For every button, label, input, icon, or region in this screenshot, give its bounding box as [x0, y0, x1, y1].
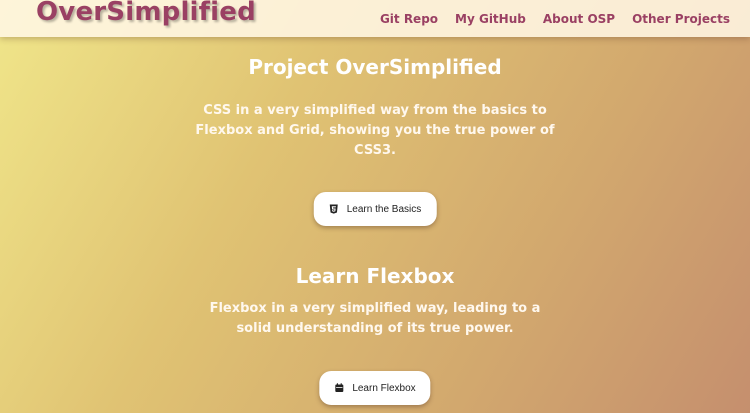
- nav-link-about-osp[interactable]: About OSP: [543, 12, 615, 26]
- nav-link-my-github[interactable]: My GitHub: [455, 12, 526, 26]
- section-flexbox: Learn Flexbox Flexbox in a very simplifi…: [0, 264, 750, 413]
- learn-flexbox-label: Learn Flexbox: [352, 382, 416, 394]
- site-header: OverSimplified Git Repo My GitHub About …: [0, 0, 750, 37]
- section-title-basics: Project OverSimplified: [248, 55, 502, 79]
- box-icon: [334, 383, 344, 393]
- section-title-flexbox: Learn Flexbox: [295, 264, 455, 288]
- learn-flexbox-button[interactable]: Learn Flexbox: [319, 371, 431, 405]
- top-nav: Git Repo My GitHub About OSP Other Proje…: [380, 12, 730, 26]
- nav-link-other-projects[interactable]: Other Projects: [632, 12, 730, 26]
- nav-link-git-repo[interactable]: Git Repo: [380, 12, 438, 26]
- section-basics: Project OverSimplified CSS in a very sim…: [0, 55, 750, 235]
- learn-basics-label: Learn the Basics: [346, 203, 422, 215]
- section-description-basics: CSS in a very simplified way from the ba…: [195, 103, 555, 158]
- css3-icon: [329, 204, 339, 214]
- brand-logo[interactable]: OverSimplified: [36, 0, 256, 27]
- learn-basics-button[interactable]: Learn the Basics: [313, 192, 437, 226]
- section-description-flexbox: Flexbox in a very simplified way, leadin…: [209, 301, 541, 336]
